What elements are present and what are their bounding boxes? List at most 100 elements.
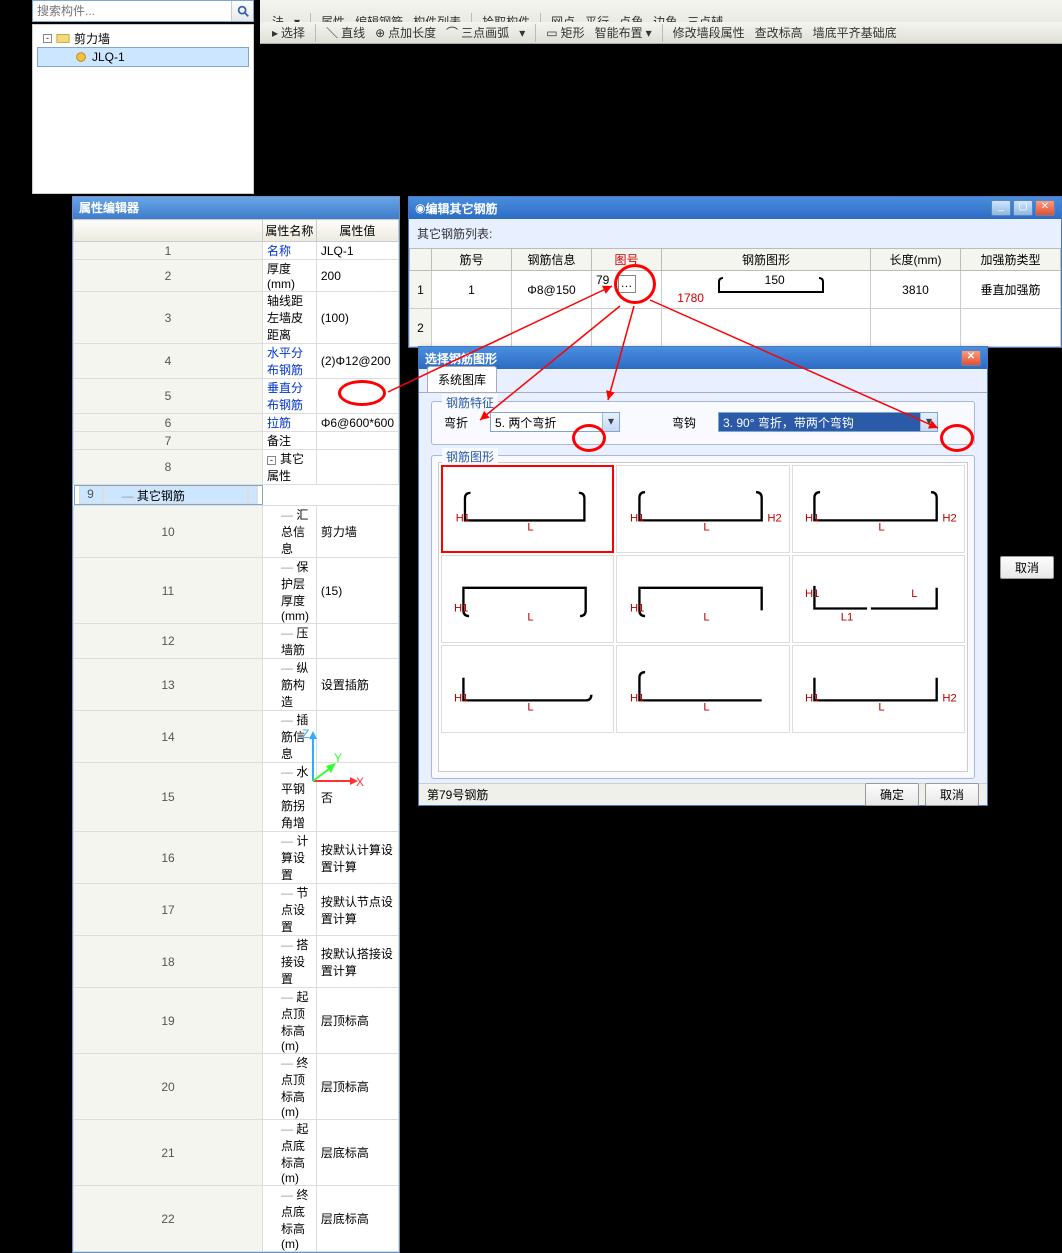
property-row[interactable]: 6拉筋Φ6@600*600 [74,414,399,432]
expand-toggle[interactable]: - [267,456,276,465]
property-value[interactable]: 按默认计算设置计算 [316,832,398,884]
property-row[interactable]: 2厚度(mm)200 [74,260,399,292]
property-value[interactable]: 层底标高 [316,1186,398,1252]
cell-jh[interactable]: 1 [432,271,512,309]
shape-option[interactable]: H1LH2 [792,465,965,553]
row-number: 3 [74,292,263,344]
property-name: 垂直分布钢筋 [263,379,317,414]
table-row[interactable]: 1 1 Φ8@150 79 … 1780 150 3810 垂直加强筋 [410,271,1061,309]
close-button[interactable]: ✕ [1035,200,1055,216]
tree-item[interactable]: JLQ-1 [37,47,249,67]
property-row[interactable]: 21— 起点底标高(m)层底标高 [74,1120,399,1186]
minimize-button[interactable]: _ [991,200,1011,216]
svg-text:L: L [528,702,534,714]
shape-option[interactable]: H1L1L [792,555,965,643]
property-row[interactable]: 16— 计算设置按默认计算设置计算 [74,832,399,884]
property-value[interactable]: 层顶标高 [316,988,398,1054]
property-name: — 其它钢筋 [103,486,248,504]
property-value[interactable]: 设置插筋 [316,659,398,711]
property-value[interactable]: 剪力墙 [316,506,398,558]
search-button[interactable] [231,1,253,21]
property-value[interactable]: (15) [316,558,398,624]
property-row[interactable]: 8-其它属性 [74,450,399,485]
property-name: — 节点设置 [263,884,317,936]
property-name: — 起点底标高(m) [263,1120,317,1186]
property-value[interactable]: 层顶标高 [316,1054,398,1120]
property-value[interactable]: 层底标高 [316,1120,398,1186]
tree-root[interactable]: - 剪力墙 [37,29,249,47]
chevron-down-icon: ▾ [920,413,937,431]
tb-wallbase[interactable]: 墙底平齐基础底 [809,22,901,43]
property-row[interactable]: 10— 汇总信息剪力墙 [74,506,399,558]
cell-type[interactable]: 垂直加强筋 [961,271,1061,309]
property-row[interactable]: 19— 起点顶标高(m)层顶标高 [74,988,399,1054]
property-name: 备注 [263,432,317,450]
close-button[interactable]: ✕ [961,350,981,366]
tb-pointlen[interactable]: ⊕ 点加长度 [371,22,440,43]
property-row[interactable]: 5垂直分布钢筋 [74,379,399,414]
col-info: 钢筋信息 [512,249,592,271]
shape-option[interactable]: H1LH2 [792,645,965,733]
property-value[interactable]: 按默认搭接设置计算 [316,936,398,988]
shape-option[interactable]: H1L [616,555,789,643]
property-row[interactable]: 18— 搭接设置按默认搭接设置计算 [74,936,399,988]
shape-option[interactable]: H1L [441,555,614,643]
cell-len[interactable]: 3810 [871,271,961,309]
search-input[interactable] [33,1,231,21]
select-hook[interactable]: 3. 90° 弯折，带两个弯钩 ▾ [718,412,938,432]
shape-option[interactable]: H1LH2 [616,465,789,553]
property-value[interactable]: 200 [316,260,398,292]
property-row[interactable]: 13— 纵筋构造设置插筋 [74,659,399,711]
list-label: 其它钢筋列表: [409,219,1061,248]
cell-info[interactable]: Φ8@150 [512,271,592,309]
cell-fig[interactable]: 79 … [592,271,662,309]
table-row-empty[interactable]: 2 [410,309,1061,347]
folder-icon [56,31,70,45]
property-row[interactable]: 11— 保护层厚度(mm)(15) [74,558,399,624]
property-value[interactable]: (100) [316,292,398,344]
property-value[interactable] [316,379,398,414]
shape-option[interactable]: H1 L [441,645,614,733]
shape-option[interactable]: H1L [441,465,614,553]
property-value[interactable]: 按默认节点设置计算 [316,884,398,936]
property-row[interactable]: 12— 压墙筋 [74,624,399,659]
shape-option[interactable]: H1L [616,645,789,733]
property-value[interactable] [248,486,258,504]
maximize-button[interactable]: ▢ [1013,200,1033,216]
tree-toggle-icon[interactable]: - [43,34,52,43]
rebar-shape-icon: H1L [622,569,785,629]
rebar-shape-icon: H1LH2 [797,479,960,539]
property-value[interactable]: Φ6@600*600 [316,414,398,432]
property-value[interactable]: JLQ-1 [316,242,398,260]
property-row[interactable]: 9— 其它钢筋 [74,485,263,505]
select-bend[interactable]: 5. 两个弯折 ▾ [490,412,620,432]
ok-button[interactable]: 确定 [865,783,919,806]
tb-select[interactable]: ▸ 选择 [268,22,309,43]
outer-cancel-button[interactable]: 取消 [1000,556,1054,579]
property-row[interactable]: 17— 节点设置按默认节点设置计算 [74,884,399,936]
figure-picker-button[interactable]: … [618,275,636,293]
property-row[interactable]: 20— 终点顶标高(m)层顶标高 [74,1054,399,1120]
tb-modseg[interactable]: 修改墙段属性 [669,22,749,43]
cancel-button[interactable]: 取消 [925,783,979,806]
property-value[interactable] [316,432,398,450]
property-row[interactable]: 4水平分布钢筋(2)Φ12@200 [74,344,399,379]
tb-more[interactable]: ▾ [515,24,529,42]
tb-arc[interactable]: ⌒ 三点画弧 [442,22,513,43]
tb-checkelev[interactable]: 查改标高 [751,22,807,43]
property-row[interactable]: 1名称JLQ-1 [74,242,399,260]
svg-text:Y: Y [334,751,342,765]
tb-rect[interactable]: ▭ 矩形 [542,22,588,43]
property-row[interactable]: 22— 终点底标高(m)层底标高 [74,1186,399,1252]
svg-text:H1: H1 [454,692,468,704]
property-value[interactable] [316,450,398,485]
property-value[interactable]: (2)Φ12@200 [316,344,398,379]
property-value[interactable] [316,624,398,659]
tb-auto[interactable]: 智能布置 ▾ [591,22,656,43]
row-number: 8 [74,450,263,485]
row-number: 4 [74,344,263,379]
tab-system-library[interactable]: 系统图库 [427,366,497,392]
tb-line[interactable]: ＼ 直线 [322,22,369,43]
property-row[interactable]: 7备注 [74,432,399,450]
property-row[interactable]: 3轴线距左墙皮距离(100) [74,292,399,344]
